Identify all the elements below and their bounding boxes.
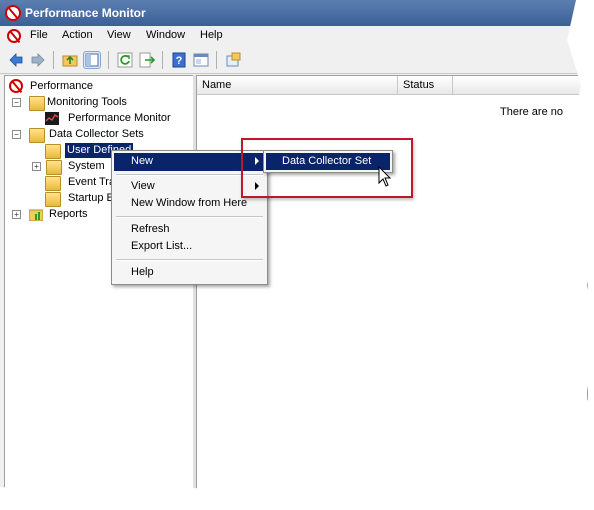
performance-chart-icon [45, 112, 59, 125]
performance-monitor-window: Performance Monitor File Action View Win… [0, 0, 588, 493]
svg-text:?: ? [176, 55, 183, 67]
toolbar-separator [162, 51, 163, 69]
up-folder-icon[interactable] [62, 52, 78, 68]
new-window-icon[interactable] [225, 52, 241, 68]
show-hide-tree-icon[interactable] [83, 51, 101, 69]
mouse-cursor-icon [378, 166, 392, 187]
expand-icon[interactable]: + [32, 162, 41, 171]
properties-icon[interactable] [193, 52, 209, 68]
menu-item-help[interactable]: Help [114, 264, 265, 282]
menu-bar: File Action View Window Help [0, 26, 578, 46]
reports-icon [29, 209, 43, 221]
tree-node-label: Monitoring Tools [47, 96, 127, 108]
column-header-label: Name [202, 79, 232, 91]
menu-help[interactable]: Help [200, 29, 223, 41]
folder-icon [29, 128, 45, 143]
menu-item-label: Export List... [131, 240, 193, 252]
back-icon[interactable] [8, 52, 24, 68]
tree-node-label: System [68, 160, 105, 172]
collapse-icon[interactable]: − [12, 98, 21, 107]
menu-item-label: New Window from Here [131, 197, 248, 209]
toolbar-separator [216, 51, 217, 69]
menu-view[interactable]: View [107, 29, 131, 41]
folder-icon [45, 192, 61, 207]
refresh-icon[interactable] [117, 52, 133, 68]
menu-item-refresh[interactable]: Refresh [114, 221, 265, 239]
column-header-status[interactable]: Status [398, 76, 453, 95]
column-header-label: Status [403, 79, 435, 91]
column-header-name[interactable]: Name [197, 76, 398, 95]
collapse-icon[interactable]: − [12, 130, 21, 139]
user-folder-icon [45, 144, 61, 159]
folder-icon [46, 160, 62, 175]
toolbar-separator [53, 51, 54, 69]
menu-item-label: Refresh [131, 223, 170, 235]
tree-node-label: Event Tra [68, 176, 116, 188]
export-list-icon[interactable] [139, 52, 155, 68]
forward-icon[interactable] [30, 52, 46, 68]
tree-node-label: Data Collector Sets [49, 128, 144, 140]
menu-separator [116, 216, 263, 218]
empty-list-message: There are no [500, 106, 563, 118]
performance-monitor-icon [5, 5, 21, 21]
toolbar: ? [0, 47, 578, 74]
folder-icon [45, 176, 61, 191]
column-header-filler [453, 76, 587, 95]
help-icon[interactable]: ? [171, 52, 187, 68]
tree-node-label: Performance [30, 80, 93, 92]
menu-item-label: Help [131, 266, 154, 278]
menu-separator [116, 259, 263, 261]
system-menu-icon[interactable] [7, 29, 21, 43]
menu-action[interactable]: Action [62, 29, 93, 41]
performance-icon [9, 79, 23, 93]
toolbar-separator [108, 51, 109, 69]
tree-node-label: Reports [49, 208, 88, 220]
title-bar[interactable]: Performance Monitor [0, 0, 578, 26]
menu-item-label: View [131, 180, 155, 192]
window-title: Performance Monitor [25, 6, 146, 20]
menu-item-export-list[interactable]: Export List... [114, 238, 265, 256]
console-tree-pane: Performance − Monitoring Tools Performan… [4, 75, 194, 493]
tree-node-label: Startup E [68, 192, 114, 204]
menu-file[interactable]: File [30, 29, 48, 41]
menu-item-label: New [131, 155, 154, 167]
expand-icon[interactable]: + [12, 210, 21, 219]
folder-icon [29, 96, 45, 111]
tree-node-label: Performance Monitor [68, 112, 171, 124]
menu-window[interactable]: Window [146, 29, 185, 41]
